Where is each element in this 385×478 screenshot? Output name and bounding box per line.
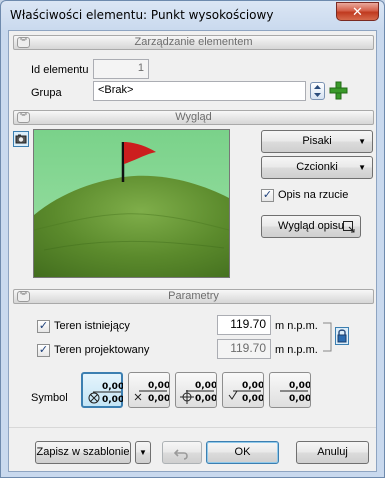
footer-divider (9, 427, 376, 428)
ok-button[interactable]: OK (206, 441, 279, 464)
cancel-button[interactable]: Anuluj (296, 441, 369, 464)
undo-button (162, 441, 202, 464)
close-button[interactable]: ✕ (336, 2, 379, 21)
existing-terrain-checkbox[interactable]: ✓ (37, 320, 50, 333)
symbol-top-value: 0,00 (102, 382, 123, 392)
section-header-parameters[interactable]: ︾ Parametry (13, 289, 374, 304)
symbol-bottom-value: 0,00 (148, 394, 169, 404)
section-title: Wygląd (175, 111, 212, 123)
undo-icon (173, 449, 188, 460)
id-field: 1 (93, 59, 149, 79)
lock-icon (337, 329, 347, 343)
section-header-view[interactable]: ︾ Wygląd (13, 110, 374, 125)
symbol-crossed-circle-icon: 0,00 0,00 (88, 382, 123, 405)
section-title: Parametry (168, 290, 219, 302)
symbol-option-2[interactable]: 0,00 0,00 (128, 372, 170, 408)
symbol-option-5[interactable]: 0,00 0,00 (269, 372, 311, 408)
terrain-preview-image (33, 129, 230, 278)
symbol-tick-icon: 0,00 0,00 (228, 381, 263, 404)
symbol-top-value: 0,00 (289, 381, 310, 391)
group-label: Grupa (31, 87, 62, 99)
fonts-dropdown[interactable]: Czcionki ▼ (261, 156, 373, 179)
symbol-label: Symbol (31, 392, 68, 404)
existing-terrain-label: Teren istniejący (54, 320, 130, 332)
symbol-option-4[interactable]: 0,00 0,00 (222, 372, 264, 408)
properties-window: Właściwości elementu: Punkt wysokościowy… (0, 0, 385, 478)
collapse-chevron-icon[interactable]: ︾ (17, 37, 30, 48)
open-dialog-icon (343, 220, 355, 241)
symbol-bottom-value: 0,00 (242, 394, 263, 404)
symbol-cross-icon: 0,00 0,00 (134, 381, 169, 404)
plus-icon (329, 81, 348, 100)
window-title: Właściwości elementu: Punkt wysokościowy (10, 8, 274, 22)
section-title: Zarządzanie elementem (134, 36, 253, 48)
symbol-top-value: 0,00 (242, 381, 263, 391)
dropdown-arrow-icon: ▼ (139, 448, 147, 457)
symbol-bottom-value: 0,00 (102, 395, 123, 405)
show-on-projection-checkbox[interactable]: ✓ (261, 189, 274, 202)
show-on-projection-label: Opis na rzucie (278, 189, 349, 201)
title-bar: Właściwości elementu: Punkt wysokościowy… (1, 1, 384, 29)
spinner-arrows-icon (314, 85, 321, 97)
symbol-bottom-value: 0,00 (289, 394, 310, 404)
save-template-button[interactable]: Zapisz w szablonie (35, 441, 131, 464)
lock-values-button[interactable] (335, 327, 349, 345)
designed-terrain-label: Teren projektowany (54, 344, 150, 356)
symbol-option-1[interactable]: 0,00 0,00 (81, 372, 123, 408)
existing-terrain-unit: m n.p.m. (275, 320, 318, 332)
dropdown-arrow-icon: ▼ (358, 163, 366, 172)
designed-terrain-field: 119.70 (217, 339, 271, 359)
camera-view-button[interactable] (13, 131, 29, 147)
designed-terrain-checkbox[interactable]: ✓ (37, 344, 50, 357)
symbol-option-3[interactable]: 0,00 0,00 (175, 372, 217, 408)
dropdown-arrow-icon: ▼ (358, 137, 366, 146)
add-group-button[interactable] (329, 81, 348, 100)
description-view-label: Wygląd opisu (278, 220, 344, 232)
group-spinner[interactable] (310, 82, 325, 100)
designed-terrain-unit: m n.p.m. (275, 344, 318, 356)
group-field[interactable]: <Brak> (93, 81, 306, 101)
symbol-top-value: 0,00 (195, 381, 216, 391)
save-template-dropdown-button[interactable]: ▼ (135, 441, 151, 464)
camera-icon (15, 134, 27, 144)
symbol-plain-icon: 0,00 0,00 (280, 381, 310, 404)
pens-label: Pisaki (302, 135, 332, 147)
dialog-client-area: ︾ Zarządzanie elementem Id elementu 1 Gr… (8, 30, 377, 472)
collapse-chevron-icon[interactable]: ︾ (17, 112, 30, 123)
section-header-element-management[interactable]: ︾ Zarządzanie elementem (13, 35, 374, 50)
existing-terrain-field[interactable]: 119.70 (217, 315, 271, 335)
pens-dropdown[interactable]: Pisaki ▼ (261, 130, 373, 153)
terrain-3d-preview (33, 130, 230, 277)
fonts-label: Czcionki (296, 161, 338, 173)
symbol-bottom-value: 0,00 (195, 394, 216, 404)
id-label: Id elementu (31, 64, 89, 76)
symbol-crosshair-icon: 0,00 0,00 (180, 381, 216, 404)
collapse-chevron-icon[interactable]: ︾ (17, 291, 30, 302)
symbol-top-value: 0,00 (148, 381, 169, 391)
description-view-button[interactable]: Wygląd opisu (261, 215, 361, 238)
